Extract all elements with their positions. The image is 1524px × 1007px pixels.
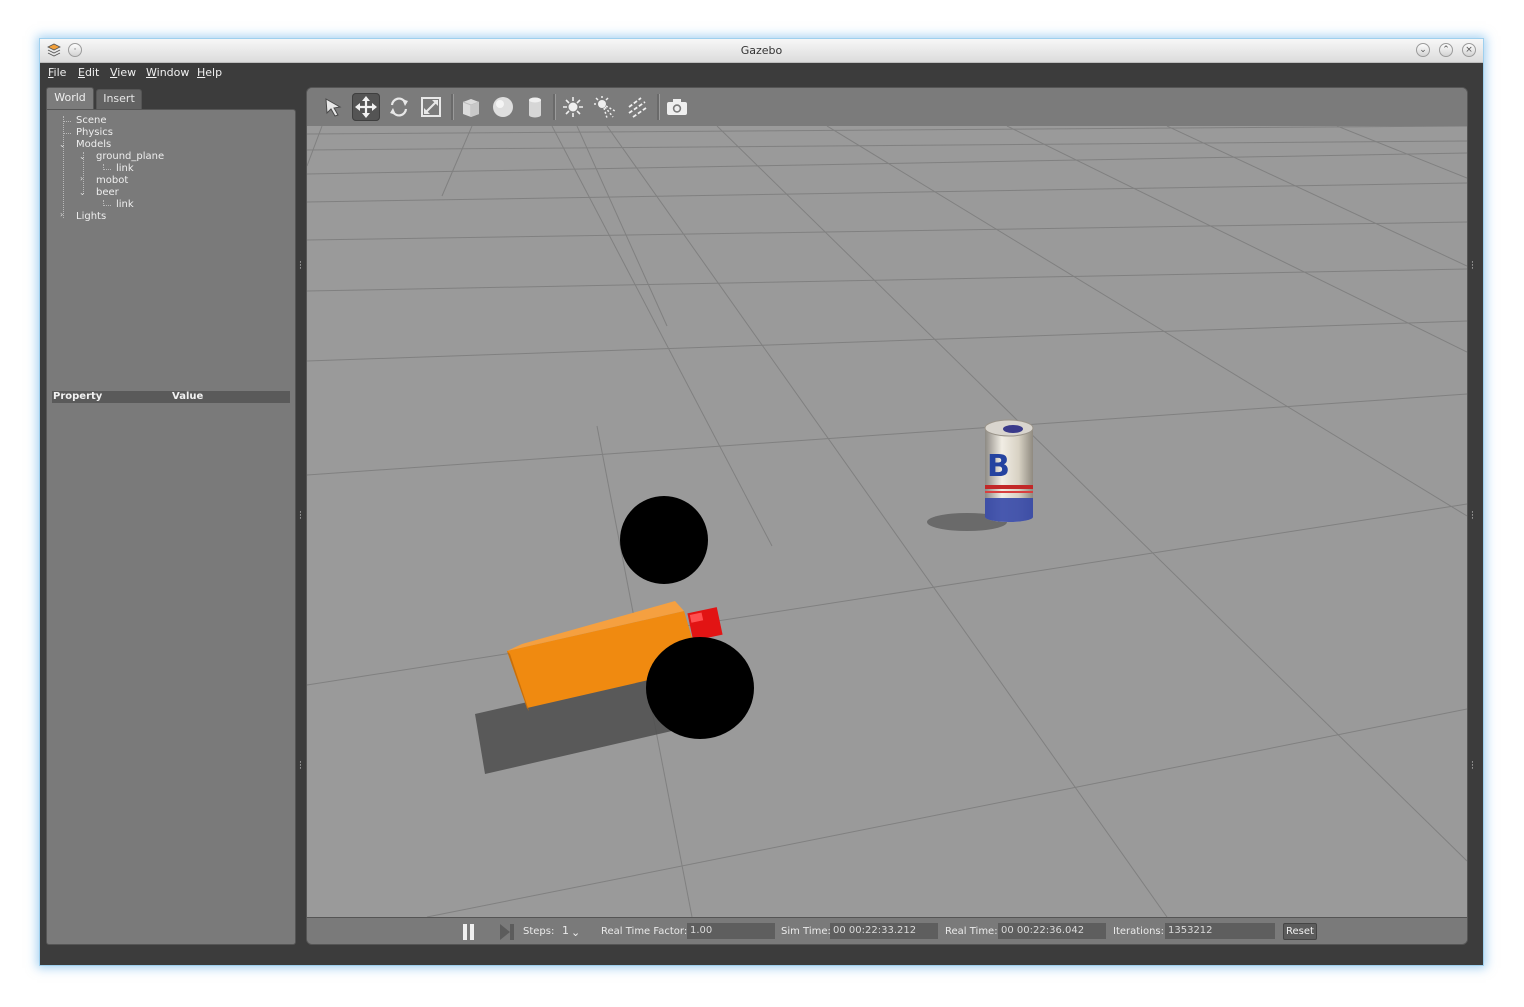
real-time-field: 00 00:22:36.042 bbox=[998, 923, 1106, 939]
viewport-toolbar bbox=[307, 88, 1467, 127]
splitter-handle[interactable]: ··· bbox=[1471, 509, 1474, 524]
menu-help-label: elp bbox=[205, 66, 223, 79]
splitter-handle[interactable]: ··· bbox=[299, 509, 302, 524]
3d-scene[interactable]: B bbox=[307, 126, 1467, 917]
iterations-field: 1353212 bbox=[1165, 923, 1275, 939]
menu-file-label: ile bbox=[53, 66, 67, 79]
window-title: Gazebo bbox=[740, 44, 783, 57]
tree-item-beer[interactable]: beer bbox=[96, 187, 119, 198]
tree-item-ground-plane[interactable]: ground_plane bbox=[96, 151, 164, 162]
left-panel: World Insert Scene Physics ⌄ Models ⌄ gr… bbox=[46, 87, 296, 945]
scene-canvas[interactable]: B bbox=[307, 126, 1467, 917]
render-viewport: B Steps: 1 ⌄ Real Time Factor: 1.00 Sim … bbox=[306, 87, 1468, 945]
tree-item-ground-plane-link[interactable]: link bbox=[116, 163, 134, 174]
tree-item-beer-link[interactable]: link bbox=[116, 199, 134, 210]
menu-view[interactable]: View bbox=[110, 66, 136, 79]
toolbar-separator bbox=[553, 94, 556, 120]
simulation-status-bar: Steps: 1 ⌄ Real Time Factor: 1.00 Sim Ti… bbox=[307, 917, 1467, 944]
real-time-factor-label: Real Time Factor: bbox=[601, 926, 688, 937]
steps-spinbox[interactable]: 1 bbox=[562, 924, 569, 937]
title-bar[interactable]: · Gazebo ⌄ ⌃ × bbox=[40, 39, 1483, 63]
toolbar-separator bbox=[657, 94, 660, 120]
sim-time-field: 00 00:22:33.212 bbox=[830, 923, 938, 939]
maximize-icon[interactable]: ⌃ bbox=[1439, 43, 1453, 57]
chevron-down-icon[interactable]: ⌄ bbox=[59, 140, 66, 149]
sim-time-label: Sim Time: bbox=[781, 926, 831, 937]
reset-button[interactable]: Reset bbox=[1283, 923, 1317, 940]
chevron-down-icon[interactable]: ⌄ bbox=[571, 926, 580, 939]
menu-edit-label: dit bbox=[84, 66, 100, 79]
tree-guide bbox=[63, 121, 71, 122]
translate-icon[interactable] bbox=[352, 93, 380, 121]
tab-world[interactable]: World bbox=[46, 87, 94, 109]
scale-icon[interactable] bbox=[417, 93, 445, 121]
tree-item-physics[interactable]: Physics bbox=[76, 127, 113, 138]
screenshot-camera-icon[interactable] bbox=[663, 93, 691, 121]
close-icon[interactable]: × bbox=[1462, 43, 1476, 57]
tree-guide bbox=[103, 205, 111, 206]
menu-view-label: iew bbox=[117, 66, 137, 79]
box-icon[interactable] bbox=[457, 93, 485, 121]
point-light-icon[interactable] bbox=[559, 93, 587, 121]
splitter-handle[interactable]: ··· bbox=[1471, 259, 1474, 274]
rotate-icon[interactable] bbox=[385, 93, 413, 121]
splitter-handle[interactable]: ··· bbox=[299, 259, 302, 274]
menu-edit[interactable]: Edit bbox=[78, 66, 99, 79]
tree-guide bbox=[63, 116, 64, 218]
directional-light-icon[interactable] bbox=[623, 93, 651, 121]
minimize-icon[interactable]: ⌄ bbox=[1416, 43, 1430, 57]
cylinder-icon[interactable] bbox=[521, 93, 549, 121]
chevron-down-icon[interactable]: ⌄ bbox=[79, 152, 86, 161]
tree-guide bbox=[63, 133, 71, 134]
real-time-label: Real Time: bbox=[945, 926, 998, 937]
gazebo-window: · Gazebo ⌄ ⌃ × File Edit View Window Hel… bbox=[40, 39, 1483, 965]
world-tree-panel: Scene Physics ⌄ Models ⌄ ground_plane li… bbox=[46, 109, 296, 945]
property-table-header: Property Value bbox=[52, 391, 290, 403]
real-time-factor-field: 1.00 bbox=[687, 923, 775, 939]
toolbar-separator bbox=[451, 94, 454, 120]
chevron-right-icon[interactable]: › bbox=[60, 210, 63, 219]
chevron-right-icon[interactable]: › bbox=[80, 174, 83, 183]
steps-label: Steps: bbox=[523, 926, 555, 937]
tree-item-scene[interactable]: Scene bbox=[76, 115, 107, 126]
step-forward-icon[interactable] bbox=[499, 924, 515, 940]
tree-item-lights[interactable]: Lights bbox=[76, 211, 106, 222]
select-arrow-icon[interactable] bbox=[319, 93, 347, 121]
chevron-down-icon[interactable]: ⌄ bbox=[79, 188, 86, 197]
sphere-icon[interactable] bbox=[489, 93, 517, 121]
menu-help[interactable]: Help bbox=[197, 66, 222, 79]
column-header-value[interactable]: Value bbox=[172, 391, 203, 402]
splitter-handle[interactable]: ··· bbox=[1471, 759, 1474, 774]
beer-can-label: B bbox=[987, 449, 1010, 484]
menu-window[interactable]: Window bbox=[146, 66, 189, 79]
tree-item-models[interactable]: Models bbox=[76, 139, 111, 150]
menu-file[interactable]: File bbox=[48, 66, 66, 79]
splitter-handle[interactable]: ··· bbox=[299, 759, 302, 774]
tree-guide bbox=[103, 169, 111, 170]
menu-window-mnemonic: W bbox=[146, 66, 157, 79]
pause-icon[interactable] bbox=[462, 924, 476, 940]
menu-bar: File Edit View Window Help bbox=[40, 63, 1483, 83]
menu-window-label: indow bbox=[156, 66, 190, 79]
column-header-property[interactable]: Property bbox=[53, 391, 102, 402]
iterations-label: Iterations: bbox=[1113, 926, 1164, 937]
spot-light-icon[interactable] bbox=[591, 93, 619, 121]
tree-item-mobot[interactable]: mobot bbox=[96, 175, 128, 186]
menu-edit-mnemonic: E bbox=[78, 66, 85, 79]
tab-insert[interactable]: Insert bbox=[96, 89, 142, 109]
